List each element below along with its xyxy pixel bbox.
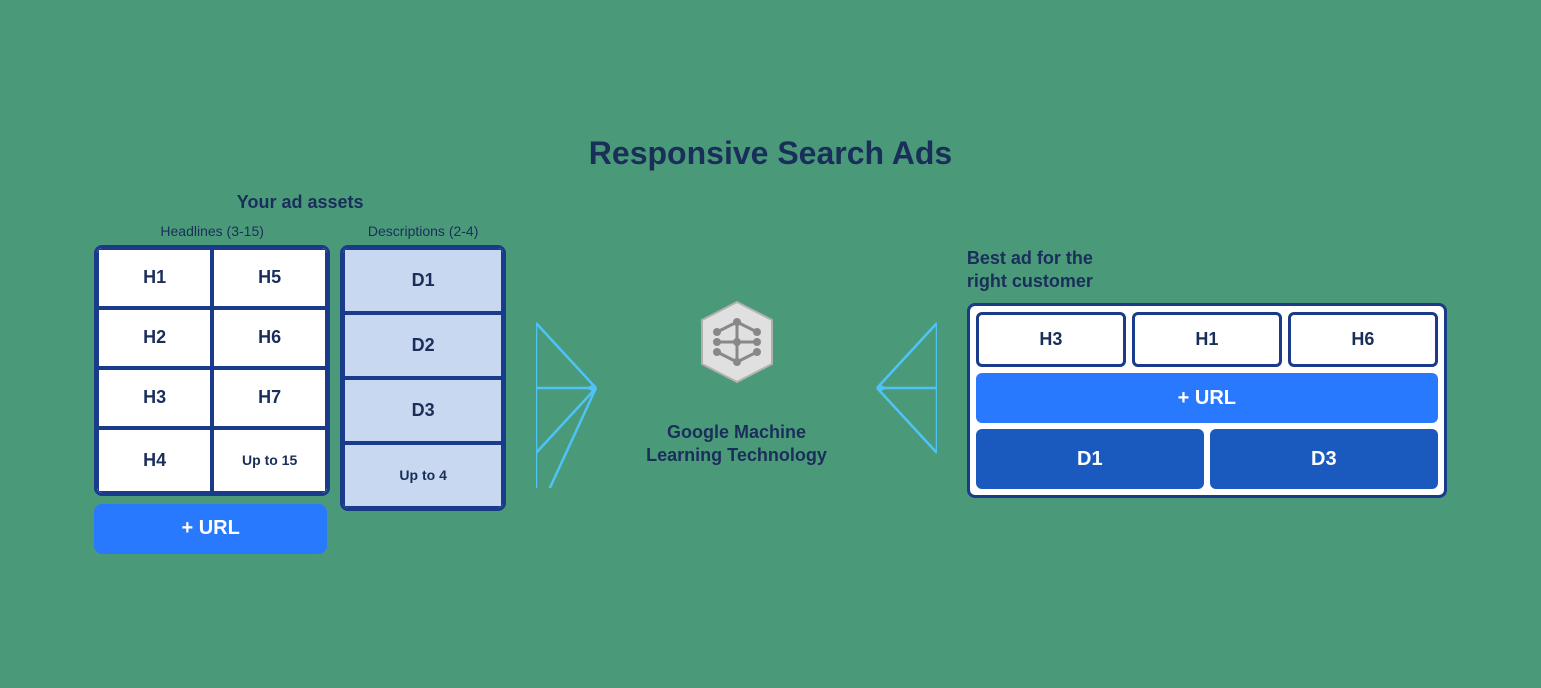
best-headline-h1: H1 <box>1132 312 1282 367</box>
brain-label: Google Machine Learning Technology <box>646 397 827 467</box>
h-row-2: H2 H6 <box>97 308 327 368</box>
ad-assets-section: Your ad assets Headlines (3-15) H1 H5 H2… <box>94 192 506 554</box>
desc-d3: D3 <box>343 378 503 443</box>
headline-h6: H6 <box>212 308 327 368</box>
right-connector <box>857 288 937 488</box>
best-descriptions: D1 D3 <box>976 429 1438 489</box>
desc-d2: D2 <box>343 313 503 378</box>
h-row-3: H3 H7 <box>97 368 327 428</box>
descriptions-grid: D1 D2 D3 Up to 4 <box>340 245 506 511</box>
brain-section: Google Machine Learning Technology <box>646 297 827 467</box>
left-url-bar: + URL <box>94 504 327 554</box>
ad-assets-label: Your ad assets <box>237 192 364 213</box>
best-ad-label: Best ad for theright customer <box>967 247 1093 294</box>
main-container: Responsive Search Ads Your ad assets Hea… <box>71 135 1471 554</box>
descriptions-section: Descriptions (2-4) D1 D2 D3 Up to 4 <box>340 223 506 511</box>
descriptions-label: Descriptions (2-4) <box>340 223 506 239</box>
headline-h3: H3 <box>97 368 212 428</box>
right-connector-svg <box>857 288 937 488</box>
headlines-grid: H1 H5 H2 H6 H3 H7 H4 Up <box>94 245 330 496</box>
best-url-bar: + URL <box>976 373 1438 423</box>
left-connector <box>536 288 616 488</box>
best-ad-headlines: H3 H1 H6 <box>976 312 1438 367</box>
brain-icon <box>692 297 782 387</box>
headline-h2: H2 <box>97 308 212 368</box>
best-ad-content: H3 H1 H6 + URL D1 D3 <box>967 303 1447 498</box>
desc-upto4: Up to 4 <box>343 443 503 508</box>
best-ad-section: Best ad for theright customer H3 H1 H6 +… <box>967 247 1447 499</box>
left-connector-svg <box>536 288 616 488</box>
headline-h7: H7 <box>212 368 327 428</box>
page-title: Responsive Search Ads <box>589 135 952 172</box>
headline-h4: H4 <box>97 428 212 493</box>
best-desc-d3: D3 <box>1210 429 1438 489</box>
h-row-4: H4 Up to 15 <box>97 428 327 493</box>
best-headline-h3: H3 <box>976 312 1126 367</box>
headline-h5: H5 <box>212 248 327 308</box>
headline-upto15: Up to 15 <box>212 428 327 493</box>
best-desc-d1: D1 <box>976 429 1204 489</box>
headlines-section: Headlines (3-15) H1 H5 H2 H6 H3 H7 <box>94 223 330 554</box>
content-row: Your ad assets Headlines (3-15) H1 H5 H2… <box>71 192 1471 554</box>
headline-h1: H1 <box>97 248 212 308</box>
headlines-label: Headlines (3-15) <box>94 223 330 239</box>
h-row-1: H1 H5 <box>97 248 327 308</box>
best-headline-h6: H6 <box>1288 312 1438 367</box>
desc-d1: D1 <box>343 248 503 313</box>
